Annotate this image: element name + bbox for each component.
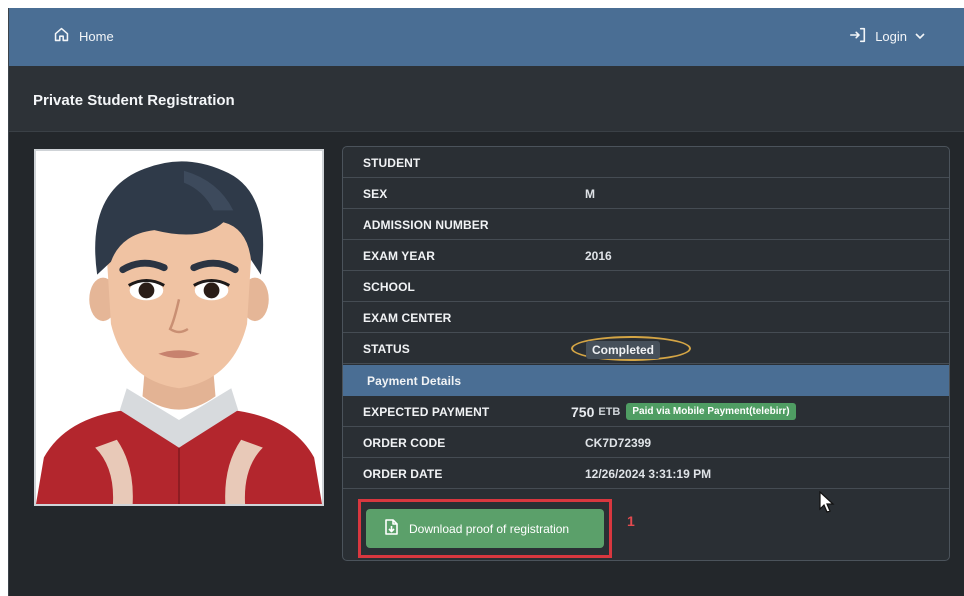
detail-value: M [585, 187, 595, 201]
student-avatar-illustration [36, 151, 322, 504]
order-date-label: ORDER DATE [363, 467, 443, 481]
order-date-value: 12/26/2024 3:31:19 PM [585, 467, 712, 481]
order-code-label: ORDER CODE [363, 436, 446, 450]
page-header: Private Student Registration [9, 66, 964, 132]
detail-row-order-code: ORDER CODE CK7D72399 [343, 427, 949, 458]
status-label: STATUS [363, 342, 410, 356]
payment-amount: 750 [571, 403, 595, 420]
paid-status-badge: Paid via Mobile Payment(telebirr) [626, 403, 796, 420]
detail-label: EXAM YEAR [363, 249, 436, 263]
detail-row-expected-payment: EXPECTED PAYMENT 750 ETB Paid via Mobile… [343, 396, 949, 427]
student-photo [34, 149, 324, 506]
detail-row-sex: SEX M [343, 178, 949, 209]
annotation-number: 1 [627, 513, 635, 529]
detail-row-student: STUDENT [343, 147, 949, 178]
top-navbar: Home Login [9, 8, 964, 66]
detail-row-school: SCHOOL [343, 271, 949, 302]
detail-value: 2016 [585, 249, 612, 263]
detail-row-exam-center: EXAM CENTER [343, 302, 949, 333]
detail-label: SEX [363, 187, 388, 201]
detail-row-status: STATUS Completed [343, 333, 949, 364]
login-menu[interactable]: Login [849, 26, 925, 47]
detail-label: SCHOOL [363, 280, 415, 294]
detail-label: EXAM CENTER [363, 311, 452, 325]
home-link[interactable]: Home [53, 26, 114, 46]
status-highlight-ring: Completed [571, 336, 691, 361]
detail-label: ADMISSION NUMBER [363, 218, 489, 232]
home-icon [53, 26, 70, 46]
page-title: Private Student Registration [33, 92, 235, 109]
login-icon [849, 26, 867, 47]
app-window: Home Login Private Student Registration [8, 8, 964, 596]
payment-details-header: Payment Details [343, 365, 949, 396]
login-label: Login [875, 29, 907, 44]
status-badge: Completed [586, 341, 661, 359]
payment-currency: ETB [598, 405, 621, 418]
order-code-value: CK7D72399 [585, 436, 652, 450]
home-label: Home [79, 28, 114, 44]
document-download-icon [384, 519, 399, 538]
detail-row-order-date: ORDER DATE 12/26/2024 3:31:19 PM [343, 458, 949, 489]
expected-payment-value: 750 ETB Paid via Mobile Payment(telebirr… [571, 403, 796, 420]
download-proof-button[interactable]: Download proof of registration [366, 509, 604, 548]
detail-label: STUDENT [363, 156, 421, 170]
payment-section-title: Payment Details [367, 374, 462, 388]
detail-row-exam-year: EXAM YEAR 2016 [343, 240, 949, 271]
mouse-cursor-icon [819, 490, 835, 513]
chevron-down-icon [915, 29, 925, 44]
expected-payment-label: EXPECTED PAYMENT [363, 405, 490, 419]
detail-row-admission-number: ADMISSION NUMBER [343, 209, 949, 240]
download-button-label: Download proof of registration [409, 521, 570, 536]
